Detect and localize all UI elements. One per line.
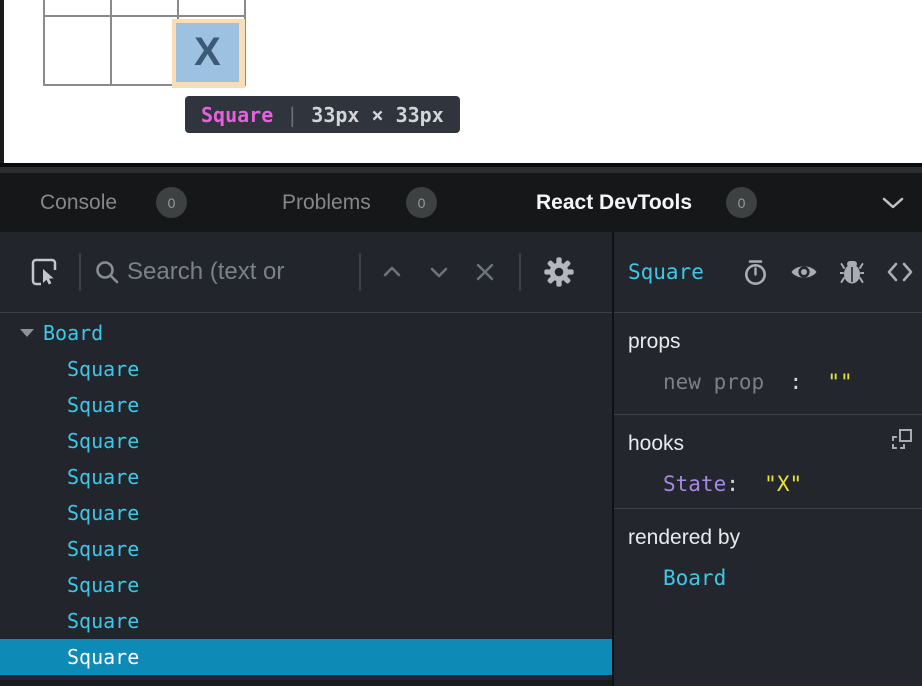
tree-scrollbar-track[interactable] — [0, 680, 612, 686]
tree-item-label: Square — [67, 537, 139, 561]
inspector-toolbar: Square — [614, 232, 922, 313]
board-square[interactable] — [112, 17, 177, 84]
tree-item-square[interactable]: Square — [0, 459, 612, 495]
tree-item-label: Square — [67, 429, 139, 453]
toolbar-divider — [359, 253, 361, 291]
hooks-section: hooks State: "X" — [614, 414, 922, 508]
new-prop-row[interactable]: new prop : "" — [663, 370, 922, 394]
inspector-icons — [743, 259, 914, 286]
components-toolbar — [0, 232, 612, 313]
board-square[interactable] — [45, 0, 110, 15]
screenshot-root: X Square | 33px × 33px Console 0 Problem… — [0, 0, 922, 686]
rendered-by-label: rendered by — [628, 526, 922, 550]
tree-item-board[interactable]: Board — [0, 315, 612, 351]
debug-bug-icon[interactable] — [840, 259, 864, 285]
tree-item-square[interactable]: Square — [0, 567, 612, 603]
board-square[interactable] — [45, 17, 110, 84]
previous-result-icon[interactable] — [381, 265, 403, 279]
tree-item-label: Square — [67, 609, 139, 633]
prop-value[interactable]: "" — [827, 370, 852, 394]
tree-item-label: Square — [67, 393, 139, 417]
tree-item-square[interactable]: Square — [0, 603, 612, 639]
rendered-by-section: rendered by Board — [614, 508, 922, 686]
tree-item-label: Square — [67, 645, 139, 669]
components-tree: Board Square Square Square Square Square… — [0, 315, 612, 675]
props-section: props new prop : "" — [614, 313, 922, 414]
components-tree-panel: Board Square Square Square Square Square… — [0, 232, 612, 686]
tree-item-label: Board — [43, 321, 103, 345]
react-devtools-badge: 0 — [726, 187, 757, 218]
suspense-timer-icon[interactable] — [743, 259, 768, 286]
board-square[interactable] — [179, 0, 244, 15]
devtools-tabbar: Console 0 Problems 0 React DevTools 0 — [0, 173, 922, 232]
props-label: props — [628, 330, 922, 354]
rendered-by-item[interactable]: Board — [663, 566, 922, 590]
tree-item-square[interactable]: Square — [0, 495, 612, 531]
tree-item-square[interactable]: Square — [0, 387, 612, 423]
tree-item-square[interactable]: Square — [0, 351, 612, 387]
tree-item-square[interactable]: Square — [0, 423, 612, 459]
console-badge: 0 — [156, 187, 187, 218]
hooks-label: hooks — [628, 432, 922, 456]
tree-item-label: Square — [67, 573, 139, 597]
inspect-tooltip: Square | 33px × 33px — [185, 96, 460, 133]
inspector-panel: Square — [614, 232, 922, 686]
react-devtools-panel: Board Square Square Square Square Square… — [0, 232, 922, 686]
tree-item-square[interactable]: Square — [0, 531, 612, 567]
clear-search-icon[interactable] — [474, 261, 496, 283]
expand-arrow-icon[interactable] — [20, 329, 34, 337]
next-result-icon[interactable] — [428, 265, 450, 279]
hook-key[interactable]: State — [663, 472, 726, 496]
window-left-edge — [0, 0, 4, 163]
tooltip-component-name: Square — [201, 103, 273, 127]
tab-react-devtools[interactable]: React DevTools — [536, 173, 692, 232]
tree-item-label: Square — [67, 501, 139, 525]
selected-component-title: Square — [628, 260, 704, 284]
tab-problems[interactable]: Problems — [282, 173, 371, 232]
gear-icon[interactable] — [543, 256, 575, 288]
view-source-icon[interactable] — [886, 262, 914, 282]
tree-item-label: Square — [67, 357, 139, 381]
hook-value[interactable]: "X" — [764, 472, 802, 496]
prop-separator: : — [789, 370, 802, 394]
inspect-highlight-content[interactable]: X — [176, 23, 239, 82]
search-input[interactable] — [127, 258, 359, 286]
owner-link[interactable]: Board — [663, 566, 726, 590]
tree-item-square-selected[interactable]: Square — [0, 639, 612, 675]
inspect-dom-eye-icon[interactable] — [790, 262, 818, 282]
board-square[interactable] — [112, 0, 177, 15]
tab-console[interactable]: Console — [40, 173, 117, 232]
tree-item-label: Square — [67, 465, 139, 489]
state-hook-row[interactable]: State: "X" — [663, 472, 922, 496]
problems-badge: 0 — [406, 187, 437, 218]
tooltip-separator: | — [286, 103, 298, 127]
prop-key[interactable]: new prop — [663, 370, 764, 394]
chevron-down-icon[interactable] — [880, 195, 906, 211]
browser-content: X Square | 33px × 33px — [0, 0, 922, 163]
hook-separator: : — [726, 472, 739, 496]
parse-hook-names-icon[interactable] — [892, 429, 912, 449]
toolbar-divider — [79, 253, 81, 291]
tooltip-dimensions: 33px × 33px — [311, 103, 443, 127]
search-icon — [94, 259, 120, 285]
inspect-element-icon[interactable] — [31, 257, 59, 287]
toolbar-divider — [519, 253, 521, 291]
